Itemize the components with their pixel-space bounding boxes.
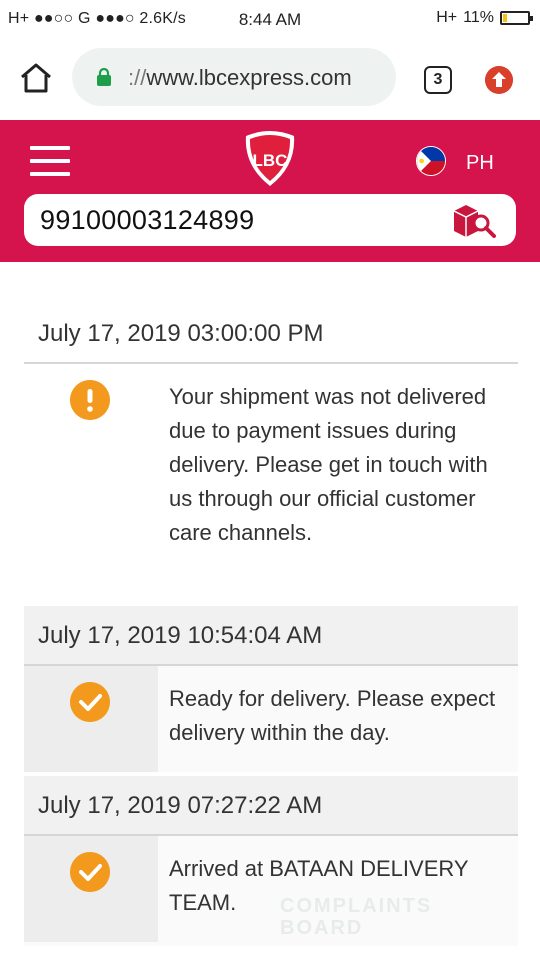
tracking-search-field[interactable]: 99100003124899 (24, 194, 516, 246)
entry-icon-column (24, 836, 158, 942)
entry-date: July 17, 2019 03:00:00 PM (24, 304, 518, 364)
track-package-icon[interactable] (450, 201, 498, 241)
address-bar[interactable]: ://www.lbcexpress.com (72, 48, 396, 106)
entry-message: Your shipment was not delivered due to p… (169, 384, 488, 545)
entry-icon-column (24, 666, 158, 772)
entry-icon-column (24, 364, 158, 594)
menu-icon[interactable] (30, 146, 70, 176)
lbc-logo[interactable]: LBC (238, 126, 302, 190)
entry-date: July 17, 2019 07:27:22 AM (24, 776, 518, 836)
entry-body: Your shipment was not delivered due to p… (24, 364, 518, 594)
lock-icon (97, 68, 111, 86)
update-icon[interactable] (485, 66, 513, 94)
timeline-entry: July 17, 2019 10:54:04 AM Ready for deli… (24, 606, 518, 772)
home-icon[interactable] (18, 60, 54, 96)
browser-toolbar: ://www.lbcexpress.com 3 (0, 40, 540, 120)
entry-message: Ready for delivery. Please expect delive… (169, 686, 496, 745)
status-right: H+ 11% (436, 9, 533, 27)
timeline-entry: July 17, 2019 03:00:00 PM Your shipment … (24, 304, 518, 594)
battery-icon (500, 11, 533, 25)
site-header: LBC PH 99100003124899 (0, 120, 540, 262)
entry-date: July 17, 2019 10:54:04 AM (24, 606, 518, 666)
watermark: COMPLAINTS BOARD (280, 895, 433, 939)
tracking-timeline: July 17, 2019 03:00:00 PM Your shipment … (0, 262, 540, 960)
entry-body: Ready for delivery. Please expect delive… (24, 666, 518, 772)
country-code[interactable]: PH (466, 152, 494, 175)
philippines-flag-icon[interactable] (416, 146, 446, 176)
check-icon (70, 682, 110, 722)
url-text: ://www.lbcexpress.com (128, 65, 352, 90)
tab-switcher-button[interactable]: 3 (424, 66, 452, 94)
network-type: H+ (436, 9, 458, 26)
check-icon (70, 852, 110, 892)
status-bar: H+ ●●○○ G ●●●○ 2.6K/s 8:44 AM H+ 11% (0, 0, 540, 40)
tracking-number: 99100003124899 (40, 205, 255, 235)
svg-text:LBC: LBC (253, 151, 288, 170)
battery-percent: 11% (463, 9, 494, 26)
alert-icon (70, 380, 110, 420)
